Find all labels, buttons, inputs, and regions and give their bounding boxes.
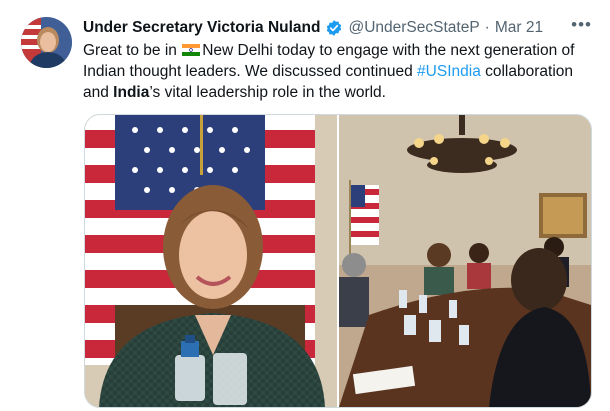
tweet-header: Under Secretary Victoria Nuland @UnderSe… [83,17,570,39]
photo-meeting[interactable] [339,115,591,407]
more-horizontal-icon[interactable]: ••• [571,16,592,33]
author-name[interactable]: Under Secretary Victoria Nuland [83,19,320,37]
hashtag-link[interactable]: #USIndia [417,63,481,80]
tweet-text: Great to be in New Delhi today to engage… [83,40,583,103]
verified-badge-icon [327,20,342,36]
tweet-text-part1: Great to be in [83,42,182,59]
tweet-media [84,114,592,408]
separator-dot: · [484,19,490,36]
india-flag-icon [182,44,201,56]
tweet: Under Secretary Victoria Nuland @UnderSe… [0,0,610,411]
tweet-text-bold: India [113,84,150,101]
tweet-text-part4: ’s vital leadership role in the world. [149,84,386,101]
avatar[interactable] [21,17,72,68]
tweet-date[interactable]: Mar 21 [495,19,543,37]
author-handle[interactable]: @UnderSecStateP [348,19,479,37]
photo-portrait[interactable] [85,115,337,407]
